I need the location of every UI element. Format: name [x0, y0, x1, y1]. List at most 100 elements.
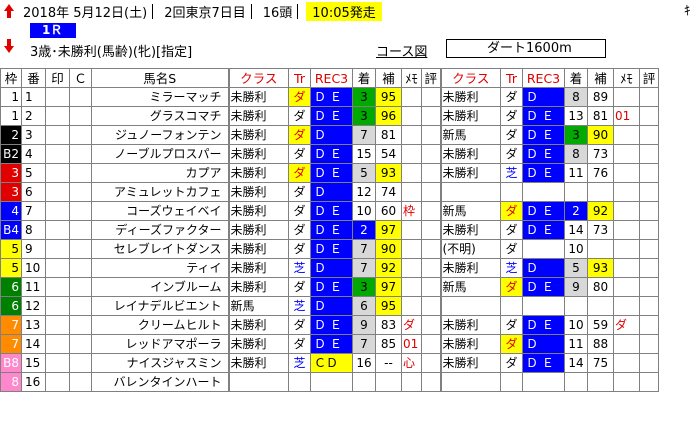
- ho-cell: [587, 239, 614, 259]
- class-cell: [439, 296, 501, 316]
- col-memo-1[interactable]: ﾒﾓ: [401, 68, 422, 88]
- c-cell: [69, 277, 92, 297]
- col-ho-1[interactable]: 補: [375, 68, 402, 88]
- mark-cell[interactable]: [45, 296, 70, 316]
- table-row[interactable]: B8 15 ナイスジャスミン 未勝利芝 ＣＤ 16 -- 心未勝利ダ Ｄ Ｅ 14 75: [0, 353, 659, 373]
- ho-cell: 95: [375, 296, 402, 316]
- col-ho-2[interactable]: 補: [587, 68, 614, 88]
- col-mark[interactable]: 印: [45, 68, 70, 88]
- c-cell: [69, 315, 92, 335]
- table-row[interactable]: 2 3 ジュノーフォンテン 未勝利ダ Ｄ 7 81 新馬ダ Ｄ Ｅ 3 90: [0, 125, 659, 145]
- eval-cell: [639, 220, 659, 240]
- course-map-link[interactable]: コース図: [376, 41, 427, 60]
- col-finish-2[interactable]: 着: [564, 68, 588, 88]
- col-eval-1[interactable]: 評: [421, 68, 441, 88]
- horse-name-cell[interactable]: グラスコマチ: [91, 106, 229, 126]
- col-number[interactable]: 番: [21, 68, 46, 88]
- col-waku[interactable]: 枠: [0, 68, 22, 88]
- mark-cell[interactable]: [45, 201, 70, 221]
- mark-cell[interactable]: [45, 353, 70, 373]
- next-race-arrow-icon[interactable]: [3, 38, 15, 54]
- table-row[interactable]: 4 7 コーズウェイベイ 未勝利ダ Ｄ Ｅ 10 60 枠新馬ダ Ｄ Ｅ 2 92: [0, 201, 659, 221]
- class-cell: 未勝利: [227, 334, 289, 354]
- col-class-2[interactable]: クラス: [439, 68, 501, 88]
- eval-cell: [639, 163, 659, 183]
- table-row[interactable]: 7 14 レッドアマポーラ 未勝利ダ Ｄ Ｅ 7 85 01 未勝利ダ Ｄ 11 88: [0, 334, 659, 354]
- horse-name-cell[interactable]: アミュレットカフェ: [91, 182, 229, 202]
- ho-cell: 80: [587, 277, 614, 297]
- memo-cell: [613, 201, 640, 221]
- table-row[interactable]: 3 6 アミュレットカフェ 未勝利ダ Ｄ 12 74: [0, 182, 659, 202]
- mark-cell[interactable]: [45, 144, 70, 164]
- eval-cell: [639, 239, 659, 259]
- horse-name-cell[interactable]: コーズウェイベイ: [91, 201, 229, 221]
- finish-cell: 7: [352, 125, 376, 145]
- table-row[interactable]: 7 13 クリームヒルト 未勝利ダ Ｄ Ｅ 9 83 ダ未勝利ダ Ｄ Ｅ 10 59 ダ: [0, 315, 659, 335]
- ho-cell: 90: [587, 125, 614, 145]
- col-rec3-1[interactable]: REC3: [310, 68, 353, 88]
- c-cell: [69, 220, 92, 240]
- table-row[interactable]: 5 10 ティイ 未勝利芝 Ｄ 7 92 未勝利芝 Ｄ 5 93: [0, 258, 659, 278]
- horse-name-cell[interactable]: ミラーマッチ: [91, 87, 229, 107]
- col-eval-2[interactable]: 評: [639, 68, 659, 88]
- mark-cell[interactable]: [45, 372, 70, 392]
- mark-cell[interactable]: [45, 315, 70, 335]
- horse-name-cell[interactable]: クリームヒルト: [91, 315, 229, 335]
- horse-name-cell[interactable]: ディーズファクター: [91, 220, 229, 240]
- mark-cell[interactable]: [45, 87, 70, 107]
- col-class-1[interactable]: クラス: [227, 68, 289, 88]
- horse-name-cell[interactable]: バレンタインハート: [91, 372, 229, 392]
- col-memo-2[interactable]: ﾒﾓ: [613, 68, 640, 88]
- mark-cell[interactable]: [45, 125, 70, 145]
- table-row[interactable]: 3 5 カプア 未勝利ダ Ｄ Ｅ 5 93 未勝利芝 Ｄ Ｅ 11 76: [0, 163, 659, 183]
- table-row[interactable]: 8 16 バレンタインハート: [0, 372, 659, 392]
- mark-cell[interactable]: [45, 220, 70, 240]
- horse-name-cell[interactable]: カプア: [91, 163, 229, 183]
- table-row[interactable]: 5 9 セレブレイトダンス 未勝利ダ Ｄ Ｅ 7 90 (不明) ダ 10: [0, 239, 659, 259]
- mark-cell[interactable]: [45, 277, 70, 297]
- finish-cell: 5: [564, 258, 588, 278]
- table-row[interactable]: B2 4 ノーブルプロスパー 未勝利ダ Ｄ Ｅ 15 54 未勝利ダ Ｄ Ｅ 8 73: [0, 144, 659, 164]
- table-row[interactable]: 6 12 レイナデルビエント 新馬芝 Ｄ 6 95: [0, 296, 659, 316]
- horse-name-cell[interactable]: レッドアマポーラ: [91, 334, 229, 354]
- horse-name-cell[interactable]: インブルーム: [91, 277, 229, 297]
- horse-name-cell[interactable]: セレブレイトダンス: [91, 239, 229, 259]
- class-cell: 未勝利: [227, 163, 289, 183]
- table-row[interactable]: B4 8 ディーズファクター 未勝利ダ Ｄ Ｅ 2 97 未勝利ダ Ｄ Ｅ 14 73: [0, 220, 659, 240]
- mark-cell[interactable]: [45, 163, 70, 183]
- col-track-1[interactable]: Tr: [288, 68, 311, 88]
- col-rec3-2[interactable]: REC3: [522, 68, 565, 88]
- prev-race-arrow-icon[interactable]: [3, 3, 15, 19]
- mark-cell[interactable]: [45, 258, 70, 278]
- col-horse-name[interactable]: 馬名S: [91, 68, 229, 88]
- finish-cell: [564, 182, 588, 202]
- course-distance: ダート1600m: [446, 39, 606, 58]
- number-cell: 10: [21, 258, 46, 278]
- waku-cell: 7: [0, 334, 22, 354]
- c-cell: [69, 182, 92, 202]
- table-row[interactable]: 1 1 ミラーマッチ 未勝利ダ Ｄ Ｅ 3 95 未勝利ダ Ｄ 8 89: [0, 87, 659, 107]
- memo-cell: [613, 125, 640, 145]
- col-track-2[interactable]: Tr: [500, 68, 523, 88]
- mark-cell[interactable]: [45, 239, 70, 259]
- mark-cell[interactable]: [45, 334, 70, 354]
- horse-name-cell[interactable]: ナイスジャスミン: [91, 353, 229, 373]
- ho-cell: [375, 372, 402, 392]
- col-c[interactable]: Ｃ: [69, 68, 92, 88]
- mark-cell[interactable]: [45, 182, 70, 202]
- horse-name-cell[interactable]: レイナデルビエント: [91, 296, 229, 316]
- track-cell: [500, 296, 523, 316]
- horse-name-cell[interactable]: ノーブルプロスパー: [91, 144, 229, 164]
- waku-cell: B2: [0, 144, 22, 164]
- finish-cell: [352, 372, 376, 392]
- memo-cell: 心: [401, 353, 422, 373]
- col-finish-1[interactable]: 着: [352, 68, 376, 88]
- horse-name-cell[interactable]: ジュノーフォンテン: [91, 125, 229, 145]
- track-cell: 芝: [288, 353, 311, 373]
- table-row[interactable]: 6 11 インブルーム 未勝利ダ Ｄ Ｅ 3 97 新馬ダ Ｄ Ｅ 9 80: [0, 277, 659, 297]
- horse-name-cell[interactable]: ティイ: [91, 258, 229, 278]
- mark-cell[interactable]: [45, 106, 70, 126]
- waku-cell: 3: [0, 163, 22, 183]
- table-row[interactable]: 1 2 グラスコマチ 未勝利ダ Ｄ Ｅ 3 96 未勝利ダ Ｄ Ｅ 13 81 01: [0, 106, 659, 126]
- track-cell: ダ: [288, 277, 311, 297]
